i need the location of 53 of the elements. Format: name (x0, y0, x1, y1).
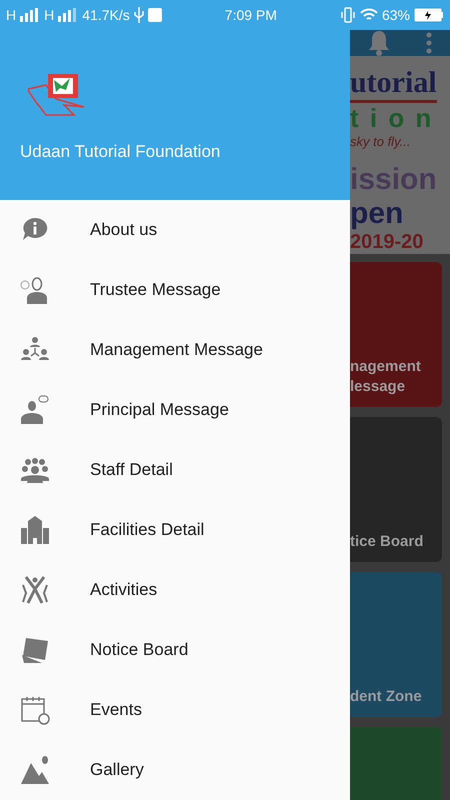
wifi-icon (360, 8, 378, 22)
notes-icon (20, 635, 50, 665)
businessman-icon (20, 395, 50, 425)
menu-item[interactable]: Activities (0, 560, 350, 620)
clock: 7:09 PM (224, 7, 277, 23)
banner-text: pen (350, 197, 404, 231)
card-label: dent Zone (350, 687, 423, 707)
menu-item[interactable]: Facilities Detail (0, 500, 350, 560)
menu-item-label: Notice Board (90, 640, 188, 660)
menu-item[interactable]: Notice Board (0, 620, 350, 680)
battery-icon (414, 8, 444, 22)
menu-item-label: Events (90, 700, 142, 720)
battery-percent: 63% (382, 7, 410, 23)
menu-item[interactable]: Gallery (0, 740, 350, 800)
menu-item-label: Management Message (90, 340, 263, 360)
banner-title: utorial (350, 66, 437, 103)
signal-icon (20, 8, 40, 22)
banner-subtitle: t i o n (350, 103, 434, 134)
network-speed: 41.7K/s (82, 7, 130, 23)
menu-card[interactable]: nagement lessage (350, 262, 442, 407)
jumping-people-icon (20, 575, 50, 605)
usb-icon (134, 7, 144, 23)
vibrate-icon (340, 7, 356, 23)
building-icon (20, 515, 50, 545)
image-icon (20, 755, 50, 785)
menu-item[interactable]: Management Message (0, 320, 350, 380)
menu-item-label: Gallery (90, 760, 144, 780)
more-icon[interactable] (426, 32, 432, 54)
menu-item-label: About us (90, 220, 158, 240)
network-type: H (44, 7, 54, 23)
network-type: H (6, 7, 16, 23)
menu-item-label: Facilities Detail (90, 520, 204, 540)
menu-item-label: Staff Detail (90, 460, 173, 480)
menu-item[interactable]: Staff Detail (0, 440, 350, 500)
group-icon (20, 455, 50, 485)
menu-item-label: Trustee Message (90, 280, 221, 300)
menu-item[interactable]: Principal Message (0, 380, 350, 440)
drawer-title: Udaan Tutorial Foundation (20, 142, 222, 162)
menu-item[interactable]: About us (0, 200, 350, 260)
card-label: nagement (350, 357, 422, 377)
card-label: tice Board (350, 532, 424, 552)
banner-year: 2019-20 (350, 231, 424, 254)
menu-item[interactable]: Trustee Message (0, 260, 350, 320)
menu-item-label: Activities (90, 580, 158, 600)
menu-item-label: Principal Message (90, 400, 229, 420)
menu-item[interactable]: Events (0, 680, 350, 740)
menu-card[interactable]: tice Board (350, 417, 442, 562)
signal-icon (58, 8, 78, 22)
bell-icon[interactable] (368, 30, 390, 56)
speaker-person-icon (20, 275, 50, 305)
calendar-icon (20, 695, 50, 725)
banner-tagline: sky to fly... (350, 134, 412, 149)
card-label: lessage (350, 377, 406, 397)
